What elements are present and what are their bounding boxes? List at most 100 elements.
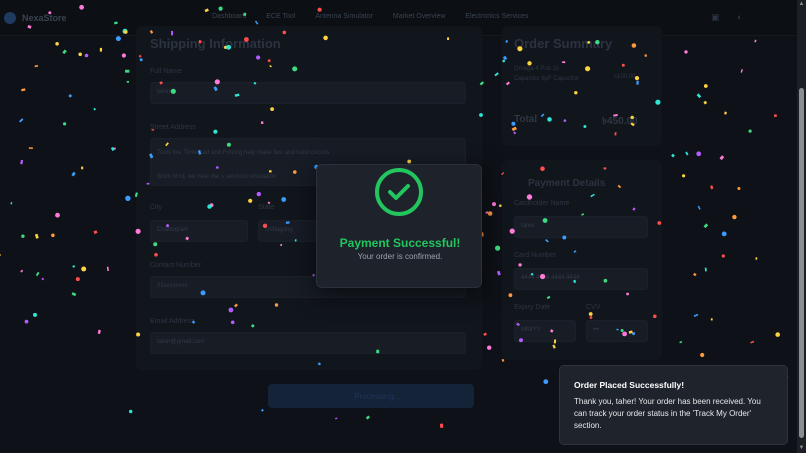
scroll-up-icon[interactable]: ▲ (798, 1, 805, 8)
cvv-label: CVV (586, 304, 601, 311)
toast-title: Order Placed Successfully! (574, 380, 685, 390)
street-address-label: Street Address (150, 124, 196, 131)
confetti-piece (111, 147, 116, 150)
summary-total-value: ৳450.00 (602, 116, 638, 127)
confetti-piece (63, 122, 67, 126)
nav-link-antenna-simulator[interactable]: Antenna Simulator (315, 13, 373, 20)
confetti-piece (125, 195, 131, 201)
brand[interactable]: NexaStore (4, 11, 67, 24)
confetti-piece (99, 47, 103, 52)
confetti-piece (260, 408, 264, 412)
summary-item-line-2: Capacitor 8pF Capacitor (514, 76, 580, 82)
confetti-piece (682, 174, 686, 178)
success-check-icon (375, 168, 423, 216)
full-name-label: Full Name (150, 68, 182, 75)
confetti-piece (110, 146, 115, 152)
confetti-piece (748, 129, 752, 133)
confetti-piece (679, 340, 683, 344)
confetti-piece (0, 253, 1, 257)
confetti-piece (10, 201, 13, 205)
confetti-piece (97, 329, 101, 335)
confetti-piece (121, 53, 126, 58)
nav-link-ece-tool[interactable]: ECE Tool (266, 13, 295, 20)
logo-icon (4, 11, 16, 24)
confetti-piece (34, 233, 39, 239)
pay-button-label: Processing... (354, 391, 401, 401)
confetti-piece (71, 171, 76, 177)
nav-link-dashboard[interactable]: Dashboard (212, 13, 246, 20)
confetti-piece (737, 187, 741, 190)
confetti-piece (543, 379, 549, 385)
confetti-piece (24, 319, 29, 324)
scrollbar[interactable]: ▲ ▼ (797, 0, 806, 453)
confetti-piece (129, 409, 133, 414)
user-icon[interactable]: ◐ (737, 12, 747, 22)
confetti-piece (68, 94, 72, 98)
order-placed-toast[interactable]: Order Placed Successfully! Thank you, ta… (559, 365, 788, 445)
confetti-piece (740, 69, 743, 73)
confetti-piece (81, 266, 87, 272)
confetti-piece (501, 358, 505, 362)
confetti-piece (41, 277, 45, 281)
confetti-piece (485, 211, 489, 214)
confetti-piece (696, 93, 702, 99)
confetti-piece (93, 107, 97, 111)
confetti-piece (671, 153, 675, 158)
confetti-piece (51, 233, 55, 238)
cardholder-field[interactable]: taher (514, 216, 648, 238)
scroll-down-icon[interactable]: ▼ (798, 445, 805, 452)
confetti-piece (34, 64, 39, 68)
confetti-piece (125, 69, 130, 73)
shipping-title: Shipping Information (150, 36, 281, 51)
cardholder-label: Cardholder Name (514, 200, 570, 207)
confetti-piece (696, 151, 702, 157)
cvv-field[interactable]: ••• (586, 320, 648, 342)
confetti-piece (71, 292, 77, 297)
confetti-piece (704, 267, 707, 272)
confetti-piece (78, 52, 82, 57)
confetti-piece (732, 214, 737, 220)
email-field[interactable]: taher@gmail.com (150, 332, 466, 354)
confetti-piece (439, 423, 444, 429)
nav-link-market-overview[interactable]: Market Overview (393, 13, 446, 20)
full-name-field[interactable]: taher (150, 82, 466, 104)
confetti-piece (750, 340, 755, 344)
confetti-piece (775, 332, 780, 337)
confetti-piece (703, 100, 708, 105)
city-field[interactable]: Chattogram (150, 220, 248, 242)
confetti-piece (93, 230, 98, 235)
confetti-piece (35, 271, 40, 277)
pay-button[interactable]: ◌ Processing... (268, 384, 474, 408)
spinner-icon: ◌ (341, 391, 347, 401)
scrollbar-thumb[interactable] (799, 88, 804, 438)
expiry-field[interactable]: MM/YY (514, 320, 576, 342)
state-label: State (258, 204, 275, 211)
payment-details-title: Payment Details (528, 178, 606, 189)
modal-subtitle: Your order is confirmed. (357, 252, 443, 261)
confetti-piece (721, 254, 725, 258)
nav-link-electronics-services[interactable]: Electronics Services (465, 13, 528, 20)
confetti-piece (55, 212, 60, 218)
cart-icon[interactable]: ▣ (711, 12, 721, 22)
confetti-piece (693, 272, 697, 277)
confetti-piece (115, 36, 121, 42)
confetti-piece (20, 159, 24, 165)
confetti-piece (703, 84, 708, 88)
confetti-piece (28, 147, 33, 150)
confetti-piece (18, 118, 24, 123)
city-label: City (150, 204, 163, 211)
confetti-piece (72, 265, 76, 268)
confetti-piece (721, 231, 727, 237)
confetti-piece (710, 318, 713, 321)
confetti-piece (106, 266, 109, 272)
nav-icons: ▣ ◐ (711, 12, 747, 22)
confetti-piece (492, 202, 496, 207)
card-number-label: Card Number (514, 252, 557, 259)
confetti-piece (755, 257, 758, 260)
summary-item-price: ৳100.00 (614, 74, 636, 80)
confetti-piece (365, 415, 370, 420)
card-number-field[interactable]: 4444 4444 4444 4444 (514, 268, 648, 290)
payment-details-card: Payment Details Cardholder Name taher Ca… (502, 160, 662, 360)
confetti-piece (710, 185, 714, 190)
confetti-piece (81, 166, 84, 170)
